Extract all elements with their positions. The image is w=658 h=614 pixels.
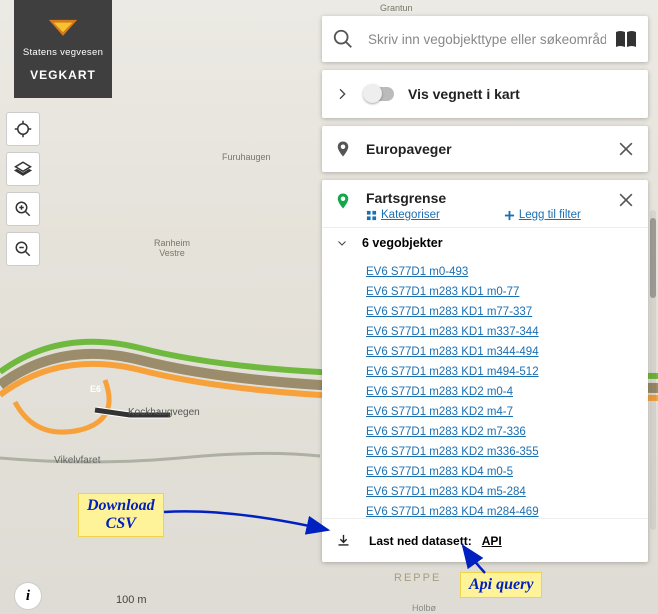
search-input[interactable] bbox=[368, 32, 606, 47]
object-list-item[interactable]: EV6 S77D1 m283 KD1 m77-337 bbox=[366, 302, 634, 322]
brand-name: Statens vegvesen bbox=[23, 47, 103, 58]
locate-button[interactable] bbox=[6, 112, 40, 146]
object-count-row[interactable]: 6 vegobjekter bbox=[322, 227, 648, 258]
vegnett-toggle-row[interactable]: Vis vegnett i kart bbox=[322, 70, 648, 118]
annotation-api: Api query bbox=[460, 572, 542, 598]
location-pin-icon bbox=[334, 140, 352, 158]
search-bar bbox=[322, 16, 648, 62]
object-list-item[interactable]: EV6 S77D1 m283 KD1 m344-494 bbox=[366, 342, 634, 362]
add-filter-label: Legg til filter bbox=[519, 209, 581, 221]
location-pin-icon bbox=[334, 192, 352, 210]
object-card: Fartsgrense Kategoriser Legg til filter … bbox=[322, 180, 648, 562]
area-row: Europaveger bbox=[322, 126, 648, 172]
annotation-csv: Download CSV bbox=[78, 493, 164, 537]
info-button[interactable]: i bbox=[14, 582, 42, 610]
app-name: VEGKART bbox=[30, 68, 96, 82]
object-list-item[interactable]: EV6 S77D1 m283 KD2 m336-355 bbox=[366, 442, 634, 462]
object-list-item[interactable]: EV6 S77D1 m283 KD2 m0-4 bbox=[366, 382, 634, 402]
chevron-down-icon bbox=[336, 237, 348, 249]
object-list-item[interactable]: EV6 S77D1 m283 KD2 m4-7 bbox=[366, 402, 634, 422]
area-label: Europaveger bbox=[366, 141, 452, 157]
map-tools bbox=[6, 112, 40, 266]
categorise-link[interactable]: Kategoriser bbox=[366, 209, 440, 221]
object-list-item[interactable]: EV6 S77D1 m283 KD2 m7-336 bbox=[366, 422, 634, 442]
brand-logo-icon bbox=[46, 17, 80, 41]
download-label: Last ned datasett: bbox=[369, 534, 472, 548]
object-list-item[interactable]: EV6 S77D1 m283 KD4 m5-284 bbox=[366, 482, 634, 502]
search-icon bbox=[332, 28, 354, 50]
chevron-right-icon bbox=[334, 86, 350, 102]
object-list-item[interactable]: EV6 S77D1 m283 KD4 m0-5 bbox=[366, 462, 634, 482]
close-icon[interactable] bbox=[616, 139, 636, 159]
close-icon[interactable] bbox=[616, 190, 636, 210]
side-panel: Vis vegnett i kart Europaveger Fartsgren… bbox=[322, 16, 648, 562]
catalog-icon[interactable] bbox=[614, 29, 638, 49]
object-count: 6 vegobjekter bbox=[362, 236, 443, 250]
download-icon[interactable] bbox=[336, 533, 351, 548]
download-row: Last ned datasett: API bbox=[322, 518, 648, 562]
vegnett-label: Vis vegnett i kart bbox=[408, 86, 520, 102]
panel-scrollbar[interactable] bbox=[650, 210, 656, 530]
zoom-in-button[interactable] bbox=[6, 192, 40, 226]
object-list-item[interactable]: EV6 S77D1 m283 KD1 m494-512 bbox=[366, 362, 634, 382]
object-list-item[interactable]: EV6 S77D1 m283 KD1 m0-77 bbox=[366, 282, 634, 302]
zoom-out-button[interactable] bbox=[6, 232, 40, 266]
api-link[interactable]: API bbox=[482, 534, 502, 548]
object-list-item[interactable]: EV6 S77D1 m283 KD4 m284-469 bbox=[366, 502, 634, 518]
scrollbar-thumb[interactable] bbox=[650, 218, 656, 298]
categorise-label: Kategoriser bbox=[381, 209, 440, 221]
vegnett-toggle[interactable] bbox=[364, 87, 394, 101]
object-list[interactable]: EV6 S77D1 m0-493EV6 S77D1 m283 KD1 m0-77… bbox=[322, 258, 648, 518]
object-list-item[interactable]: EV6 S77D1 m283 KD1 m337-344 bbox=[366, 322, 634, 342]
object-list-item[interactable]: EV6 S77D1 m0-493 bbox=[366, 262, 634, 282]
layers-button[interactable] bbox=[6, 152, 40, 186]
object-title: Fartsgrense bbox=[366, 190, 616, 206]
scale-label: 100 m bbox=[116, 594, 147, 606]
add-filter-link[interactable]: Legg til filter bbox=[504, 209, 581, 221]
app-header: Statens vegvesen VEGKART bbox=[14, 0, 112, 98]
